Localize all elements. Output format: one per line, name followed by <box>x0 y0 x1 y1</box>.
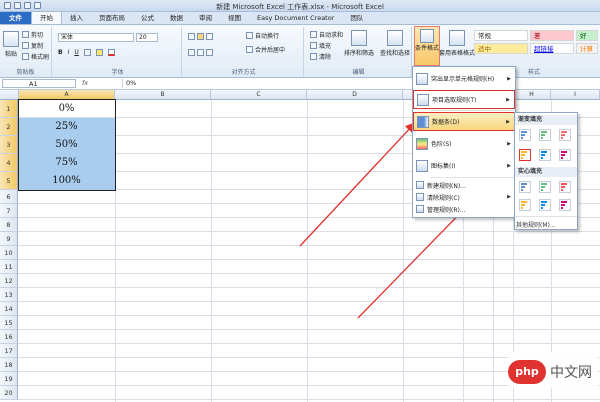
data-bars-label: 数据条(D) <box>432 119 460 126</box>
chevron-right-icon: ▶ <box>507 162 511 169</box>
menu-color-scales[interactable]: 色阶(S) ▶ <box>413 134 515 153</box>
chevron-right-icon: ▶ <box>507 194 511 200</box>
menu-new-rule[interactable]: 新建规则(N)... <box>413 179 515 191</box>
gradient-green-swatch[interactable] <box>539 129 551 141</box>
chevron-right-icon: ▶ <box>506 96 510 103</box>
manage-rules-label: 管理规则(R)... <box>427 206 466 214</box>
chevron-right-icon: ▶ <box>507 75 511 82</box>
gradient-blue-swatch[interactable] <box>519 129 531 141</box>
menu-data-bars[interactable]: 数据条(D) ▶ <box>413 112 515 131</box>
data-bars-submenu: 渐变填充 实心填充 <box>514 112 578 230</box>
manage-rules-icon <box>416 205 424 213</box>
highlight-rules-label: 突出显示单元格规则(H) <box>431 76 495 83</box>
menu-top-bottom-rules[interactable]: 项目选取规则(T) ▶ <box>413 90 515 109</box>
highlight-rules-icon <box>416 72 428 85</box>
color-scales-icon <box>416 137 428 150</box>
menu-icon-sets[interactable]: 图标集(I) ▶ <box>413 156 515 175</box>
clear-rules-label: 清除规则(C) <box>427 194 460 202</box>
color-scales-label: 色阶(S) <box>431 141 452 148</box>
top-bottom-icon <box>417 93 429 106</box>
watermark: php 中文网 <box>508 352 598 388</box>
php-logo: php <box>508 360 546 384</box>
watermark-text: 中文网 <box>550 365 592 381</box>
menu-clear-rules[interactable]: 清除规则(C) ▶ <box>413 191 515 203</box>
gradient-red-swatch[interactable] <box>559 129 571 141</box>
solid-orange-swatch[interactable] <box>519 199 531 211</box>
arrow-to-data-bars <box>299 122 416 247</box>
top-bottom-label: 项目选取规则(T) <box>432 97 477 104</box>
conditional-formatting-menu: 突出显示单元格规则(H) ▶ 项目选取规则(T) ▶ 数据条(D) ▶ 色阶(S) ▶ … <box>412 66 516 218</box>
solid-purple-swatch[interactable] <box>559 199 571 211</box>
new-rule-icon <box>416 181 424 189</box>
solid-fill-header: 实心填充 <box>515 167 577 177</box>
solid-green-swatch[interactable] <box>539 181 551 193</box>
more-rules-item[interactable]: 其他规则(M)... <box>516 220 556 229</box>
chevron-right-icon: ▶ <box>506 118 510 125</box>
chevron-right-icon: ▶ <box>507 140 511 147</box>
gradient-lightblue-swatch[interactable] <box>539 149 551 161</box>
new-rule-label: 新建规则(N)... <box>427 182 466 190</box>
gradient-orange-swatch[interactable] <box>519 149 531 161</box>
icon-sets-label: 图标集(I) <box>431 163 456 170</box>
gradient-purple-swatch[interactable] <box>559 149 571 161</box>
menu-highlight-rules[interactable]: 突出显示单元格规则(H) ▶ <box>413 69 515 88</box>
solid-lightblue-swatch[interactable] <box>539 199 551 211</box>
solid-red-swatch[interactable] <box>559 181 571 193</box>
clear-rules-icon <box>416 193 424 201</box>
icon-sets-icon <box>416 159 428 172</box>
data-bars-icon <box>417 115 429 128</box>
solid-blue-swatch[interactable] <box>519 181 531 193</box>
gradient-fill-header: 渐变填充 <box>515 115 577 125</box>
menu-manage-rules[interactable]: 管理规则(R)... <box>413 203 515 215</box>
